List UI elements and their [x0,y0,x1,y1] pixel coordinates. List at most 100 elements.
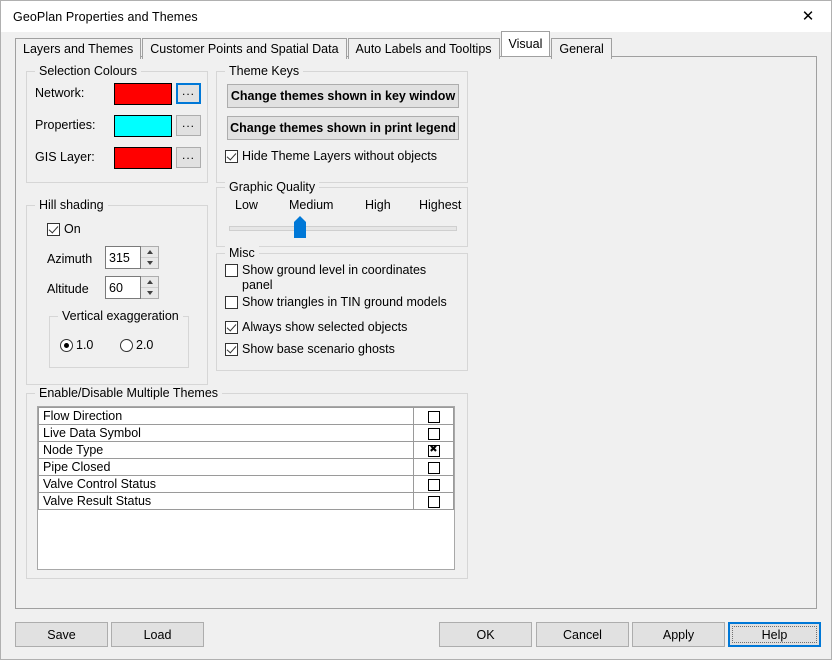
theme-enabled-checkbox[interactable] [427,461,440,474]
table-row[interactable]: Valve Result Status [38,492,454,510]
azimuth-increment-button[interactable] [141,247,158,258]
spinner-altitude[interactable]: 60 [105,276,159,299]
altitude-input[interactable]: 60 [105,276,141,299]
label-network: Network: [35,86,85,100]
focus-rectangle [732,626,817,643]
title-bar: GeoPlan Properties and Themes ✕ [1,1,831,32]
close-icon[interactable]: ✕ [785,2,831,32]
theme-enabled-checkbox[interactable] [427,478,440,491]
table-row[interactable]: Node Type [38,441,454,459]
theme-enabled-checkbox[interactable] [427,410,440,423]
checkbox-hide-theme-layers-without-objects[interactable]: Hide Theme Layers without objects [225,149,437,164]
swatch-gis-layer-colour[interactable] [114,147,172,169]
browse-network-colour-button[interactable]: ... [176,83,201,104]
checkbox-label: Hide Theme Layers without objects [242,149,438,163]
altitude-increment-button[interactable] [141,277,158,288]
tab-layers-and-themes[interactable]: Layers and Themes [15,38,142,59]
label-gis-layer: GIS Layer: [35,150,95,164]
dialog-window: GeoPlan Properties and Themes ✕ Layers a… [0,0,832,660]
group-theme-keys-title: Theme Keys [225,64,304,78]
chevron-up-icon [146,280,153,284]
table-row[interactable]: Flow Direction [38,407,454,425]
group-hill-shading-title: Hill shading [35,198,108,212]
theme-enabled-cell[interactable] [413,492,454,510]
help-button[interactable]: Help [728,622,821,647]
theme-enabled-checkbox[interactable] [427,427,440,440]
apply-button[interactable]: Apply [632,622,725,647]
checkbox-always-show-selected-objects[interactable]: Always show selected objects [225,320,407,335]
group-misc-title: Misc [225,246,259,260]
tab-general[interactable]: General [551,38,612,59]
checkbox-label: Show ground level in coordinates panel [242,263,427,292]
azimuth-input[interactable]: 315 [105,246,141,269]
checkbox-show-ground-level-in-coordinates-panel[interactable]: Show ground level in coordinates panel [225,263,433,293]
swatch-network-colour[interactable] [114,83,172,105]
window-title: GeoPlan Properties and Themes [13,9,198,24]
theme-name-cell: Valve Result Status [38,492,414,510]
theme-enabled-cell[interactable] [413,407,454,425]
tab-strip: Layers and Themes Customer Points and Sp… [1,31,831,59]
table-row[interactable]: Pipe Closed [38,458,454,476]
chevron-down-icon [146,291,153,295]
group-vertical-exaggeration: Vertical exaggeration 1.0 2.0 [49,309,189,368]
altitude-decrement-button[interactable] [141,288,158,298]
altitude-spinner-buttons [141,276,159,299]
radio-vertical-exaggeration-1[interactable]: 1.0 [60,338,93,352]
theme-enabled-cell[interactable] [413,424,454,442]
slider-thumb[interactable] [293,216,306,238]
browse-gis-layer-colour-button[interactable]: ... [176,147,201,168]
slider-thumb-body [293,222,306,238]
group-themes-title: Enable/Disable Multiple Themes [35,386,223,400]
dialog-button-bar: Save Load OK Cancel Apply Help [1,609,831,659]
theme-enabled-cell[interactable] [413,458,454,476]
radio-label: 2.0 [136,338,154,352]
checkbox-box [225,264,238,277]
load-button[interactable]: Load [111,622,204,647]
spinner-azimuth[interactable]: 315 [105,246,159,269]
azimuth-decrement-button[interactable] [141,258,158,268]
themes-list[interactable]: Flow DirectionLive Data SymbolNode TypeP… [37,406,455,570]
tab-auto-labels-and-tooltips[interactable]: Auto Labels and Tooltips [347,38,500,59]
graphic-quality-slider[interactable] [229,216,457,238]
slider-track[interactable] [229,226,457,231]
radio-vertical-exaggeration-2[interactable]: 2.0 [120,338,153,352]
table-row[interactable]: Valve Control Status [38,475,454,493]
label-properties: Properties: [35,118,96,132]
tick-label-medium: Medium [289,198,334,212]
theme-name-cell: Live Data Symbol [38,424,414,442]
group-misc: Misc Show ground level in coordinates pa… [216,246,468,371]
theme-enabled-checkbox[interactable] [427,495,440,508]
theme-enabled-cell[interactable] [413,441,454,459]
checkbox-box [225,343,238,356]
theme-name-cell: Flow Direction [38,407,414,425]
checkbox-show-base-scenario-ghosts[interactable]: Show base scenario ghosts [225,342,395,357]
group-enable-disable-multiple-themes: Enable/Disable Multiple Themes Flow Dire… [26,386,468,579]
checkbox-hill-shading-on[interactable]: On [47,222,81,237]
tick-label-highest: Highest [419,198,462,212]
theme-enabled-cell[interactable] [413,475,454,493]
swatch-properties-colour[interactable] [114,115,172,137]
tab-visual[interactable]: Visual [500,31,551,56]
group-graphic-quality: Graphic Quality Low Medium High Highest [216,180,468,247]
themes-table: Flow DirectionLive Data SymbolNode TypeP… [38,407,454,510]
tick-label-low: Low [235,198,258,212]
label-altitude: Altitude [47,282,89,296]
tab-customer-points-and-spatial-data[interactable]: Customer Points and Spatial Data [142,38,347,59]
checkbox-box [225,321,238,334]
radio-label: 1.0 [76,338,94,352]
chevron-down-icon [146,261,153,265]
checkbox-label: Show triangles in TIN ground models [242,295,447,309]
ok-button[interactable]: OK [439,622,532,647]
checkbox-show-triangles-in-tin-ground-models[interactable]: Show triangles in TIN ground models [225,295,447,310]
browse-properties-colour-button[interactable]: ... [176,115,201,136]
group-hill-shading: Hill shading On Azimuth 315 Altitude 60 [26,198,208,385]
cancel-button[interactable]: Cancel [536,622,629,647]
radio-circle [60,338,73,352]
checkbox-label: Always show selected objects [242,320,408,334]
radio-circle [120,338,133,352]
change-themes-key-window-button[interactable]: Change themes shown in key window [227,84,459,108]
table-row[interactable]: Live Data Symbol [38,424,454,442]
save-button[interactable]: Save [15,622,108,647]
change-themes-print-legend-button[interactable]: Change themes shown in print legend [227,116,459,140]
theme-enabled-checkbox[interactable] [427,444,440,457]
